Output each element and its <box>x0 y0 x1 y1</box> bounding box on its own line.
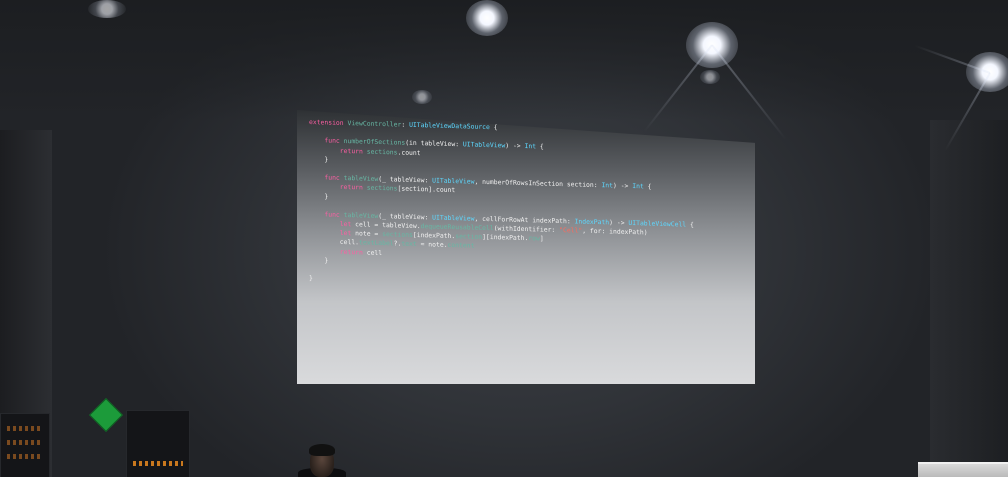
code-token: cell. <box>309 237 360 247</box>
code-token: numberOfSections <box>343 137 406 148</box>
code-token: { <box>536 142 544 151</box>
code-token: Int <box>601 181 613 190</box>
code-token: cell = tableView. <box>355 220 421 231</box>
code-token: } <box>309 255 329 265</box>
code-token: ] <box>539 234 544 243</box>
ceiling-light <box>88 0 126 18</box>
code-token: UITableView <box>432 176 475 186</box>
ceiling-light <box>700 70 720 84</box>
code-token: ) -> <box>613 181 633 191</box>
projection-screen: extension ViewController: UITableViewDat… <box>297 110 755 384</box>
code-token: (withIdentifier: <box>493 224 560 235</box>
code-token: sections <box>366 183 398 193</box>
equipment-rack-left <box>0 413 50 477</box>
code-token: let <box>309 219 356 229</box>
table-edge <box>918 462 1008 477</box>
code-token: return <box>309 246 367 257</box>
code-token: tableView <box>343 210 379 220</box>
code-token: (in tableView: <box>405 139 463 149</box>
ceiling-light <box>466 0 508 36</box>
code-token: } <box>309 274 313 283</box>
code-token: [indexPath. <box>412 231 456 241</box>
code-token: UITableView <box>462 140 506 150</box>
right-wall-panel <box>930 120 1008 477</box>
code-token: func <box>309 136 344 146</box>
code-token: (_ tableView: <box>378 175 433 185</box>
code-token: .count <box>397 148 421 157</box>
code-token: { <box>643 182 652 191</box>
code-token: } <box>309 191 329 201</box>
code-token: sections <box>366 147 398 157</box>
equipment-rack-center <box>126 410 190 477</box>
code-token: return <box>309 145 367 156</box>
auditorium-scene: extension ViewController: UITableViewDat… <box>0 0 1008 477</box>
code-token: section <box>455 232 483 242</box>
code-token: content <box>447 241 475 251</box>
code-token: note = <box>355 229 383 239</box>
presenter-hair <box>309 444 335 456</box>
code-token: UITableView <box>432 213 475 223</box>
code-token: : <box>401 120 410 129</box>
code-listing: extension ViewController: UITableViewDat… <box>309 118 749 296</box>
code-token: ViewController <box>347 119 402 129</box>
code-token: textLabel <box>359 238 394 248</box>
code-token: extension <box>309 118 348 128</box>
code-token: ][indexPath. <box>482 233 529 243</box>
code-token: return <box>309 182 367 192</box>
code-token: sections <box>382 230 413 240</box>
code-token: cell <box>366 248 383 257</box>
code-token: } <box>309 154 329 164</box>
code-token: ) -> <box>609 218 629 227</box>
code-token: Int <box>632 182 644 191</box>
code-token: text <box>401 240 417 249</box>
code-token: Int <box>524 142 537 151</box>
code-token: func <box>309 209 344 219</box>
code-token: tableView <box>343 174 379 184</box>
code-token: (_ tableView: <box>378 211 433 222</box>
code-token: { <box>686 220 694 229</box>
code-token: "Cell" <box>559 226 583 235</box>
code-token: ) -> <box>505 141 525 151</box>
code-token: = note. <box>416 240 448 250</box>
code-token: row <box>528 234 540 243</box>
code-token: , for: indexPath) <box>582 226 648 237</box>
code-token: let <box>309 228 356 238</box>
code-token: IndexPath <box>574 217 610 227</box>
code-token: func <box>309 173 344 183</box>
code-token: [section].count <box>397 184 456 195</box>
code-token: UITableViewCell <box>628 218 687 229</box>
ceiling-light <box>412 90 432 104</box>
